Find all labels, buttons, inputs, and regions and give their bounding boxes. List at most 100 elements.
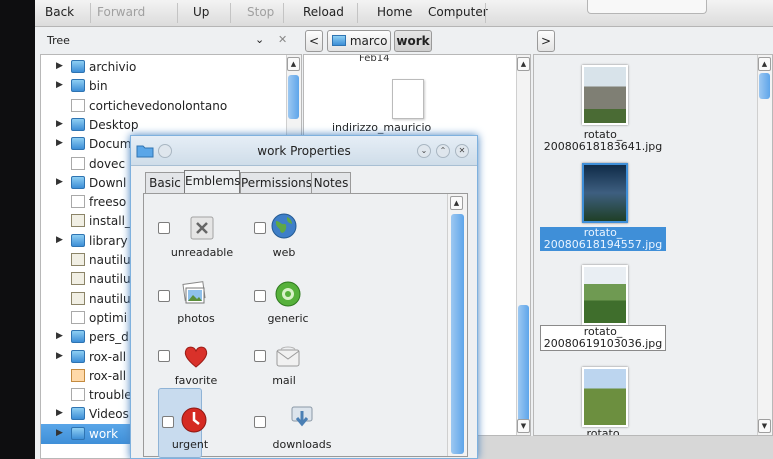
reload-button[interactable]: Reload (303, 5, 344, 19)
middle-scrollbar[interactable]: ▲ ▼ (516, 55, 530, 435)
tab-notes[interactable]: Notes (311, 172, 351, 194)
path-scroll-right-button[interactable]: > (537, 30, 555, 52)
emblem-checkbox-generic[interactable] (254, 290, 266, 302)
minimize-button[interactable]: ⌄ (417, 144, 431, 158)
photo-label[interactable]: rotato_ 20080619103036.jpg (540, 325, 666, 351)
maximize-button[interactable]: ⌃ (436, 144, 450, 158)
up-button[interactable]: Up (193, 5, 209, 19)
tree-item-label: nautilu (89, 272, 131, 287)
scroll-up-button[interactable]: ▲ (287, 57, 300, 71)
dialog-titlebar[interactable]: work Properties ⌄ ⌃ ✕ (131, 136, 477, 166)
stop-button[interactable]: Stop (247, 5, 274, 19)
tree-item[interactable]: ▶ archivio (41, 57, 286, 77)
emblem-checkbox-unreadable[interactable] (158, 222, 170, 234)
home-button[interactable]: Home (377, 5, 412, 19)
tab-basic[interactable]: Basic (145, 172, 185, 194)
expander-arrow-icon[interactable]: ▶ (56, 428, 63, 438)
preview-column-view: rotato_ 20080618183641.jpg rotato_ 2008061… (533, 54, 773, 436)
sidebar-type-label[interactable]: Tree (47, 34, 70, 47)
document-file-icon[interactable] (392, 79, 424, 119)
preview-scrollbar[interactable]: ▲ ▼ (757, 55, 772, 435)
expander-arrow-icon[interactable]: ▶ (56, 235, 63, 245)
folder-icon (71, 407, 85, 421)
emblem-checkbox-web[interactable] (254, 222, 266, 234)
tree-item-label: cortichevedonolontano (89, 98, 228, 113)
downloads-icon (288, 404, 316, 432)
script-icon (71, 214, 85, 228)
script-icon (71, 291, 85, 305)
path-crumb-marco[interactable]: marco (327, 30, 391, 52)
scroll-up-button[interactable]: ▲ (517, 57, 530, 71)
close-button[interactable]: ✕ (455, 144, 469, 158)
tree-item-label: install_ (89, 214, 131, 229)
tree-item-label: Downl (89, 175, 127, 190)
tab-permissions[interactable]: Permissions (240, 172, 312, 194)
emblems-scrollbar[interactable]: ▲ (447, 194, 467, 456)
chevron-down-icon[interactable]: ⌄ (255, 33, 264, 46)
tree-item-label: Videos (89, 407, 129, 422)
pkg-icon (71, 368, 85, 382)
folder-icon (71, 349, 85, 363)
expander-arrow-icon[interactable]: ▶ (56, 331, 63, 341)
expander-arrow-icon[interactable]: ▶ (56, 119, 63, 129)
tree-item[interactable]: cortichevedonolontano (41, 96, 286, 116)
emblem-label: generic (267, 312, 309, 325)
file-icon (71, 156, 85, 170)
expander-arrow-icon[interactable]: ▶ (56, 408, 63, 418)
tab-emblems[interactable]: Emblems (184, 170, 241, 194)
main-toolbar: Back Forward Up Stop Reload Home Compute… (35, 0, 773, 27)
scroll-up-button[interactable]: ▲ (450, 196, 463, 210)
photo-label[interactable]: rotato (540, 428, 666, 436)
file-label[interactable]: indirizzo_mauricio (332, 121, 431, 134)
scroll-down-button[interactable]: ▼ (517, 419, 530, 433)
generic-emblem-icon (274, 280, 302, 308)
expander-arrow-icon[interactable]: ▶ (56, 351, 63, 361)
scrollbar-thumb[interactable] (451, 214, 464, 454)
emblem-checkbox-downloads[interactable] (254, 416, 266, 428)
photos-icon (180, 280, 208, 308)
computer-button[interactable]: Computer (428, 5, 488, 19)
clock-icon (180, 406, 208, 434)
file-label[interactable]: Feb14 (359, 55, 389, 64)
emblem-checkbox-favorite[interactable] (158, 350, 170, 362)
tree-item-label: optimi (89, 310, 128, 325)
image-list: rotato_ 20080618183641.jpg rotato_ 2008061… (534, 55, 756, 435)
toolbar-location-box[interactable] (587, 0, 707, 14)
scroll-up-button[interactable]: ▲ (758, 57, 771, 71)
tree-item[interactable]: ▶ Desktop (41, 115, 286, 135)
photo-thumbnail[interactable] (582, 163, 628, 223)
expander-arrow-icon[interactable]: ▶ (56, 177, 63, 187)
emblem-checkbox-photos[interactable] (158, 290, 170, 302)
tree-item-label: Docum (89, 137, 132, 152)
path-scroll-left-button[interactable]: < (305, 30, 323, 52)
expander-arrow-icon[interactable]: ▶ (56, 61, 63, 71)
scroll-down-button[interactable]: ▼ (758, 419, 771, 433)
emblem-label: photos (177, 312, 215, 325)
expander-arrow-icon[interactable]: ▶ (56, 138, 63, 148)
emblem-label: urgent (171, 438, 209, 451)
expander-arrow-icon[interactable]: ▶ (56, 80, 63, 90)
tree-item-label: Desktop (89, 117, 139, 132)
globe-icon (270, 212, 298, 240)
file-icon (71, 98, 85, 112)
tree-item[interactable]: ▶ bin (41, 76, 286, 96)
photo-label[interactable]: rotato_ 20080618183641.jpg (540, 129, 666, 153)
photo-label-selected[interactable]: rotato_ 20080618194557.jpg (540, 227, 666, 251)
close-icon[interactable]: ✕ (278, 33, 287, 46)
forward-button[interactable]: Forward (97, 5, 145, 19)
emblem-checkbox-mail[interactable] (254, 350, 266, 362)
file-icon (71, 195, 85, 209)
photo-thumbnail[interactable] (582, 367, 628, 427)
emblem-checkbox-urgent[interactable] (162, 416, 174, 428)
tree-item-label: freeso (89, 195, 127, 210)
photo-thumbnail[interactable] (582, 265, 628, 325)
path-crumb-work[interactable]: work (394, 30, 432, 52)
scrollbar-thumb[interactable] (288, 75, 299, 119)
scrollbar-thumb[interactable] (759, 73, 770, 99)
photo-thumbnail[interactable] (582, 65, 628, 125)
back-button[interactable]: Back (45, 5, 74, 19)
tree-item-label: trouble (89, 388, 132, 403)
scrollbar-thumb[interactable] (518, 305, 529, 425)
file-icon (71, 388, 85, 402)
tree-item-label: rox-all (89, 349, 127, 364)
